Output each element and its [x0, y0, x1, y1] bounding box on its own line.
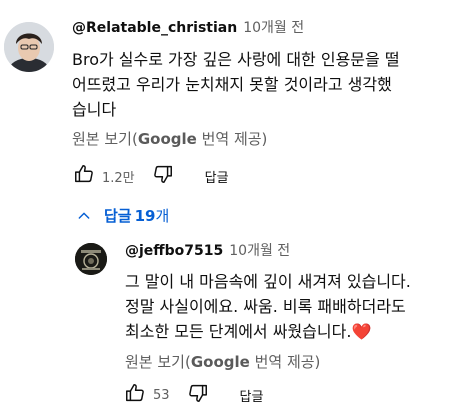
thumbs-up-icon	[73, 163, 95, 189]
comment-author[interactable]: @Relatable_christian	[72, 20, 237, 36]
google-label: Google	[190, 353, 250, 371]
reply-text-line: 최소한 모든 단계에서 싸웠습니다.❤️	[125, 319, 411, 344]
like-count: 1.2만	[102, 170, 135, 186]
reply-button[interactable]: 답글	[205, 167, 229, 186]
reply-author[interactable]: @jeffbo7515	[125, 243, 223, 259]
reply-like-count: 53	[153, 387, 170, 403]
chevron-up-icon	[76, 208, 92, 224]
reply-text-line: 그 말이 내 마음속에 깊이 새겨져 있습니다.	[125, 272, 411, 291]
reply-actions: 53 답글	[121, 381, 263, 409]
see-original-prefix: 원본 보기(	[72, 130, 138, 148]
reply-header: @jeffbo7515 10개월 전	[125, 240, 290, 260]
replies-toggle[interactable]: 답글 19 개	[76, 205, 169, 226]
see-original-suffix: 번역 제공)	[196, 130, 268, 148]
thumbs-up-icon	[124, 382, 146, 408]
like-button[interactable]	[70, 162, 98, 190]
reply-see-original-link[interactable]: 원본 보기(Google 번역 제공)	[125, 351, 320, 372]
reply-text-line: 정말 사실이에요. 싸움. 비록 패배하더라도	[125, 297, 406, 316]
reply-reply-button[interactable]: 답글	[240, 386, 264, 405]
reply-text: 그 말이 내 마음속에 깊이 새겨져 있습니다. 정말 사실이에요. 싸움. 비…	[125, 269, 411, 344]
see-original-suffix: 번역 제공)	[249, 353, 321, 371]
comment-actions: 1.2만 답글	[70, 162, 229, 190]
comment-text-line: Bro가 실수로 가장 깊은 사랑에 대한 인용문을 떨	[72, 50, 400, 69]
replies-count-suffix: 개	[155, 207, 170, 225]
replies-count: 19	[134, 206, 156, 225]
thumbs-down-icon	[187, 382, 209, 408]
replies-label: 답글	[104, 207, 132, 225]
reply-timestamp[interactable]: 10개월 전	[229, 240, 290, 260]
see-original-prefix: 원본 보기(	[125, 353, 191, 371]
comment-header: @Relatable_christian 10개월 전	[72, 17, 304, 37]
comment-text-line: 습니다	[72, 100, 117, 119]
thumbs-down-icon	[152, 163, 174, 189]
reply-dislike-button[interactable]	[184, 381, 212, 409]
heart-emoji: ❤️	[351, 322, 372, 341]
dislike-button[interactable]	[149, 162, 177, 190]
google-label: Google	[137, 130, 197, 148]
commenter-avatar[interactable]	[4, 22, 54, 72]
see-original-link[interactable]: 원본 보기(Google 번역 제공)	[72, 128, 267, 149]
comment-text: Bro가 실수로 가장 깊은 사랑에 대한 인용문을 떨 어뜨렸고 우리가 눈치…	[72, 47, 400, 122]
comment-text-line: 어뜨렸고 우리가 눈치채지 못할 것이라고 생각했	[72, 75, 392, 94]
comment-timestamp[interactable]: 10개월 전	[243, 17, 304, 37]
reply-avatar[interactable]	[75, 243, 107, 275]
reply-like-button[interactable]	[121, 381, 149, 409]
reply-text-line-content: 최소한 모든 단계에서 싸웠습니다.	[125, 322, 352, 341]
